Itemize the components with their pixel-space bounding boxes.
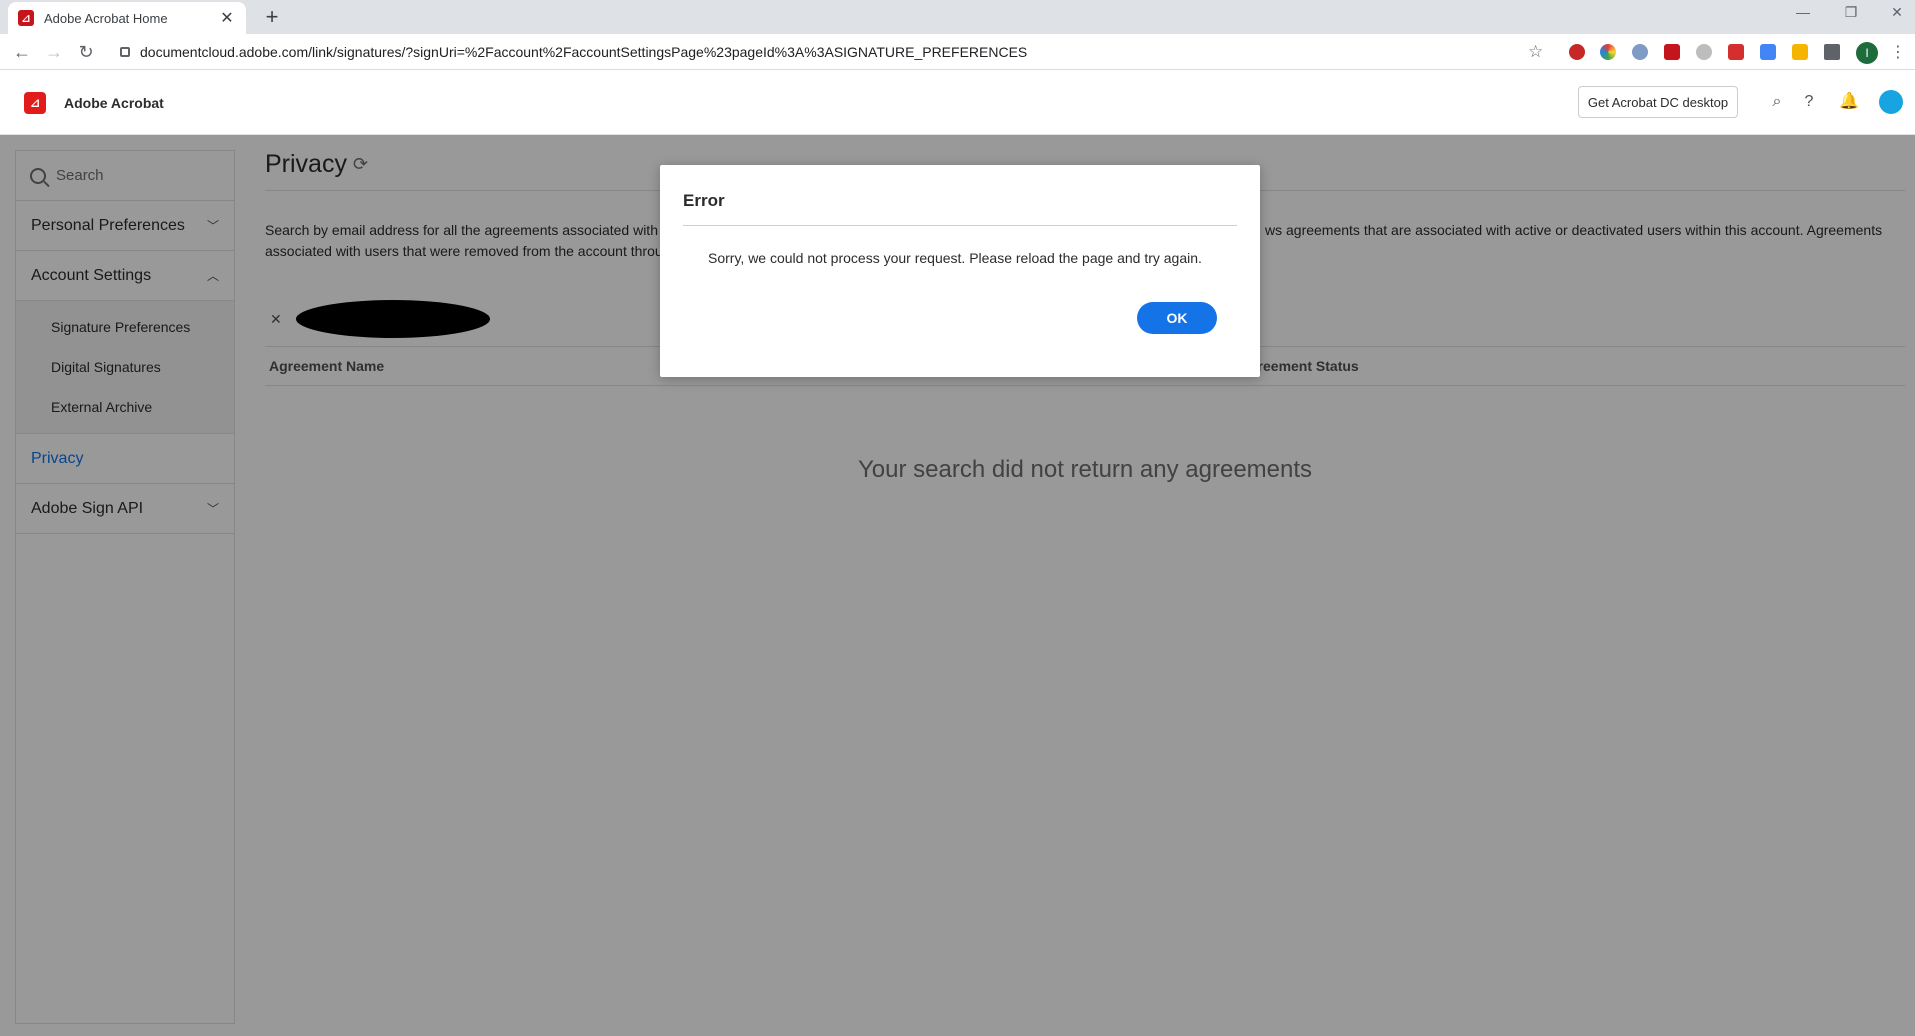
restore-icon[interactable]: ❐ (1836, 4, 1866, 21)
gray-extension-icon[interactable] (1696, 44, 1712, 60)
app-title[interactable]: Adobe Acrobat (64, 95, 164, 111)
dialog-title: Error (683, 191, 725, 210)
url-text: documentcloud.adobe.com/link/signatures/… (140, 44, 1028, 60)
error-dialog: Error Sorry, we could not process your r… (660, 165, 1260, 377)
app-header: ⊿ Adobe Acrobat Get Acrobat DC desktop ⌕… (0, 70, 1915, 135)
search-icon[interactable]: ⌕ (1767, 92, 1787, 112)
tab-close-icon[interactable]: ✕ (218, 8, 236, 28)
browser-tab-bar: ⊿ Adobe Acrobat Home ✕ + — ❐ ✕ (0, 0, 1915, 34)
extension-icon[interactable] (1632, 44, 1648, 60)
ok-button[interactable]: OK (1137, 302, 1217, 334)
address-bar[interactable]: documentcloud.adobe.com/link/signatures/… (110, 38, 1540, 66)
browser-toolbar: ← → ↻ documentcloud.adobe.com/link/signa… (0, 34, 1915, 70)
window-close-icon[interactable]: ✕ (1882, 4, 1912, 21)
get-desktop-button[interactable]: Get Acrobat DC desktop (1578, 86, 1738, 118)
lock-icon (120, 47, 130, 57)
user-avatar[interactable] (1879, 90, 1903, 114)
notifications-bell-icon[interactable]: 🔔 (1839, 92, 1859, 112)
dialog-divider (683, 225, 1237, 226)
acrobat-extension-icon[interactable] (1664, 44, 1680, 60)
translate-extension-icon[interactable] (1760, 44, 1776, 60)
reload-icon[interactable]: ↻ (74, 40, 98, 64)
help-icon[interactable]: ? (1799, 92, 1819, 112)
back-icon[interactable]: ← (10, 40, 34, 64)
adblock-extension-icon[interactable] (1569, 44, 1585, 60)
browser-menu-icon[interactable]: ⋮ (1890, 42, 1906, 62)
profile-avatar[interactable]: I (1856, 42, 1878, 64)
bookmark-star-icon[interactable]: ☆ (1528, 42, 1543, 62)
tab-title: Adobe Acrobat Home (44, 10, 168, 26)
color-extension-icon[interactable] (1600, 44, 1616, 60)
minimize-icon[interactable]: — (1788, 4, 1818, 20)
dialog-message: Sorry, we could not process your request… (708, 250, 1202, 266)
new-tab-icon[interactable]: + (260, 4, 284, 30)
acrobat-logo-icon[interactable]: ⊿ (24, 92, 46, 114)
puzzle-extensions-icon[interactable] (1824, 44, 1840, 60)
acrobat-favicon-icon: ⊿ (18, 10, 34, 26)
browser-tab[interactable]: ⊿ Adobe Acrobat Home ✕ (8, 2, 246, 34)
red-extension-icon[interactable] (1728, 44, 1744, 60)
w-extension-icon[interactable] (1792, 44, 1808, 60)
forward-icon[interactable]: → (42, 40, 66, 64)
